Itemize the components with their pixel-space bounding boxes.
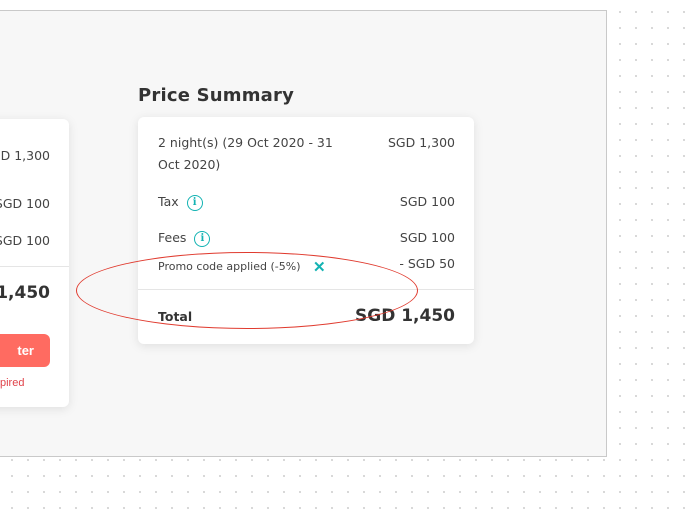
tax-label: Tax	[158, 194, 179, 209]
stay-label-line2: Oct 2020)	[158, 157, 221, 172]
stay-label-line1: 2 night(s) (29 Oct 2020 - 31	[158, 135, 333, 150]
promo-annotation-ellipse	[76, 252, 418, 329]
info-icon[interactable]: i	[186, 194, 203, 211]
left-stay-price: D 1,300	[0, 148, 50, 163]
left-total-price: 1,450	[0, 283, 50, 303]
left-action-button[interactable]: ter	[0, 334, 50, 367]
tax-row: Tax i	[158, 194, 203, 211]
design-canvas: D 1,300 SGD 100 SGD 100 1,450 ter pired …	[0, 10, 607, 457]
expired-text: pired	[0, 377, 25, 389]
tax-price: SGD 100	[399, 194, 455, 209]
fees-label: Fees	[158, 230, 187, 245]
left-fees-price: SGD 100	[0, 233, 50, 248]
left-tax-price: SGD 100	[0, 196, 50, 211]
price-summary-heading: Price Summary	[138, 85, 295, 106]
left-divider	[0, 266, 69, 267]
info-icon[interactable]: i	[194, 230, 211, 247]
stay-price: SGD 1,300	[387, 135, 455, 150]
fees-row: Fees i	[158, 230, 211, 247]
fees-price: SGD 100	[399, 230, 455, 245]
